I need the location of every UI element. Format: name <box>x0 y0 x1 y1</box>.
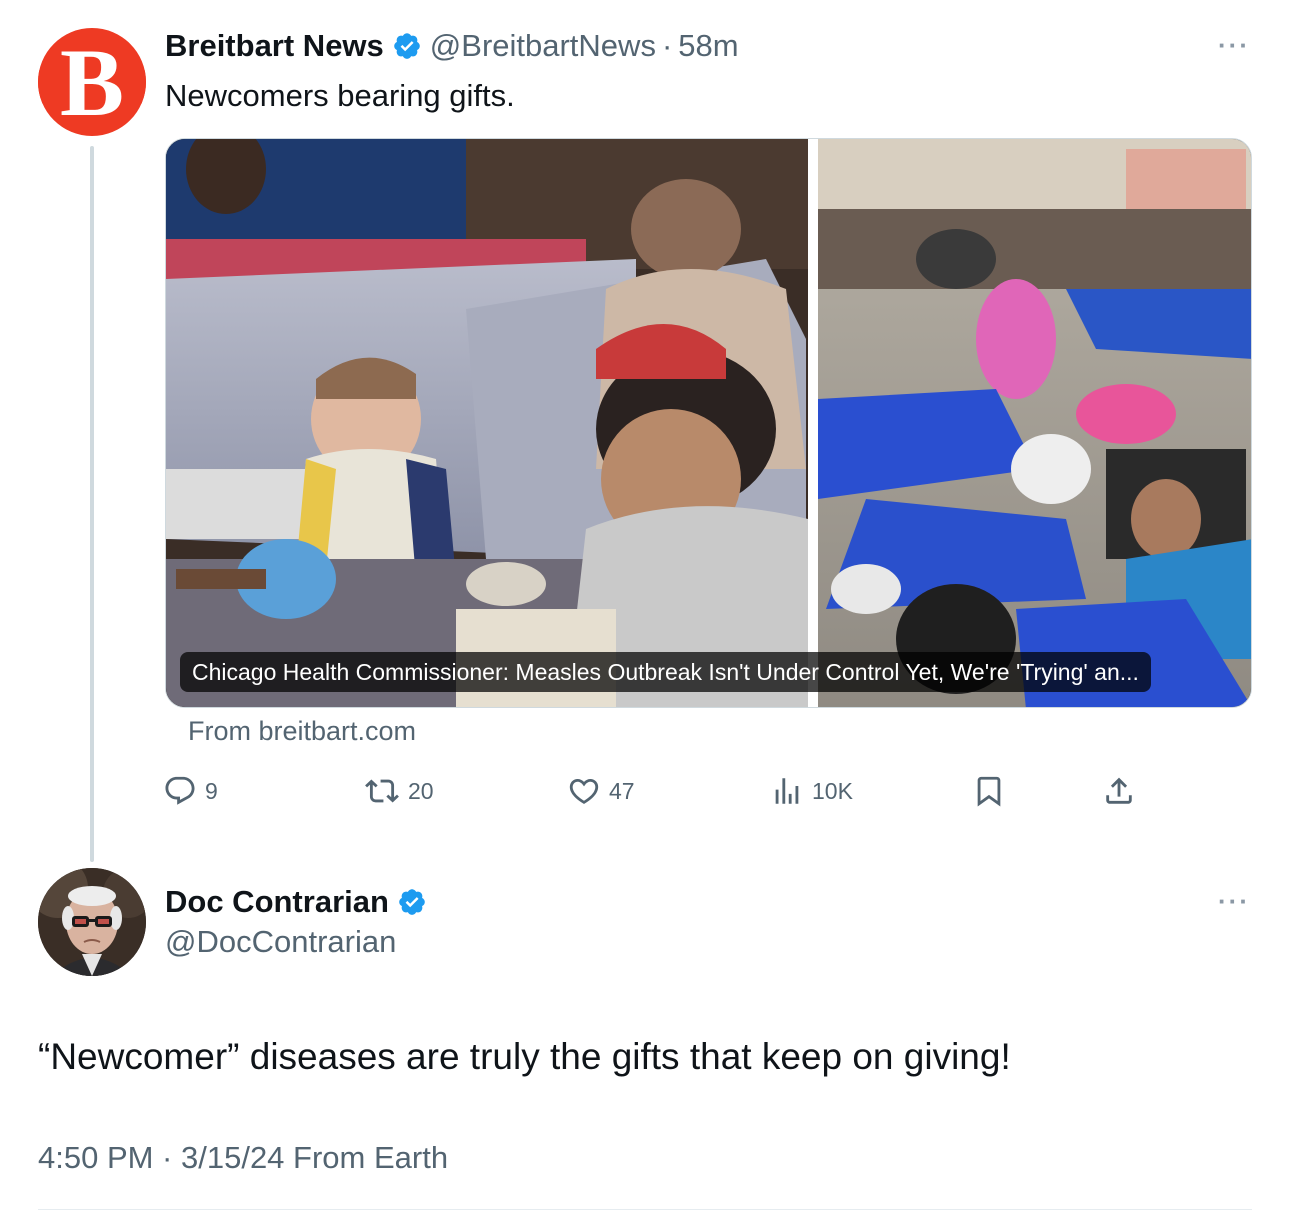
reply-tweet-text: “Newcomer” diseases are truly the gifts … <box>38 1036 1011 1077</box>
tweet-time[interactable]: 58m <box>678 28 738 64</box>
repost-count: 20 <box>408 777 434 804</box>
time-separator: · <box>661 28 673 63</box>
views-button[interactable]: 10K <box>770 772 853 810</box>
views-count: 10K <box>812 777 853 804</box>
share-button[interactable] <box>1102 772 1136 810</box>
views-icon <box>775 778 799 804</box>
bookmark-button[interactable] <box>972 772 1006 810</box>
doc-contrarian-avatar[interactable] <box>38 868 146 976</box>
thread-connector-line <box>90 146 94 862</box>
original-tweet-text: Newcomers bearing gifts. <box>165 78 515 113</box>
avatar-notch-left <box>38 70 60 104</box>
reply-icon <box>165 776 195 805</box>
like-count: 47 <box>609 777 635 804</box>
bookmark-icon <box>977 776 1001 807</box>
more-icon[interactable]: ··· <box>1218 30 1250 61</box>
repost-icon <box>365 779 399 803</box>
breitbart-avatar[interactable]: B <box>38 28 146 136</box>
card-source[interactable]: From breitbart.com <box>188 716 416 747</box>
avatar-portrait <box>38 868 146 976</box>
link-card[interactable]: Chicago Health Commissioner: Measles Out… <box>165 138 1252 708</box>
verified-icon <box>393 33 420 59</box>
verified-icon <box>399 889 425 915</box>
author-handle[interactable]: @BreitbartNews <box>430 28 656 64</box>
original-tweet-header: Breitbart News @BreitbartNews · 58m <box>165 24 739 68</box>
reply-count: 9 <box>205 777 218 804</box>
reply-button[interactable]: 9 <box>163 772 218 810</box>
bottom-divider <box>38 1209 1252 1210</box>
like-button[interactable]: 47 <box>567 772 635 810</box>
card-photos <box>166 139 1251 707</box>
reply-tweet-meta: 4:50 PM · 3/15/24 From Earth <box>38 1140 449 1175</box>
reply-tweet-header: Doc Contrarian <box>165 880 427 924</box>
repost-button[interactable]: 20 <box>364 772 434 810</box>
reply-author-handle[interactable]: @DocContrarian <box>165 924 396 960</box>
reply-author-name[interactable]: Doc Contrarian <box>165 884 389 920</box>
more-icon[interactable]: ··· <box>1218 886 1250 917</box>
avatar-notch-right <box>124 70 146 104</box>
like-icon <box>569 778 599 804</box>
author-name[interactable]: Breitbart News <box>165 28 384 64</box>
card-title[interactable]: Chicago Health Commissioner: Measles Out… <box>180 652 1151 692</box>
share-icon <box>1106 777 1132 804</box>
